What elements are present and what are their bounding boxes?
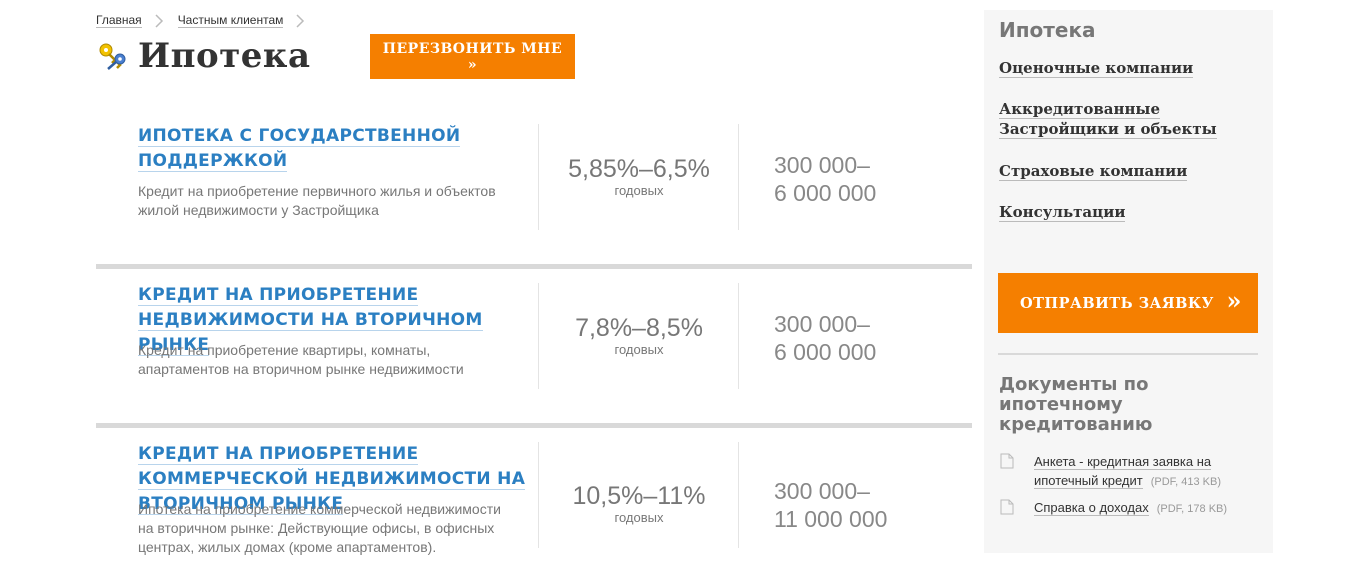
product-rate: 5,85%–6,5% годовых: [539, 155, 739, 199]
amount-to: 6 000 000: [774, 339, 877, 365]
sidebar-link-label[interactable]: Аккредитованные Застройщики и объекты: [999, 100, 1217, 139]
rate-unit: годовых: [614, 342, 664, 357]
document-link[interactable]: Справка о доходах: [1034, 500, 1149, 516]
callback-button[interactable]: ПЕРЕЗВОНИТЬ МНЕ »: [370, 34, 575, 79]
product-amount: 300 000– 11 000 000: [774, 477, 887, 533]
sidebar-link-insurance[interactable]: Страховые компании: [999, 161, 1188, 181]
amount-to: 6 000 000: [774, 180, 877, 206]
breadcrumb-home-link[interactable]: Главная: [96, 13, 142, 28]
amount-from: 300 000–: [774, 478, 870, 504]
document-meta: (PDF, 178 KB): [1156, 503, 1228, 515]
sidebar: Ипотека Оценочные компании Аккредитованн…: [984, 10, 1273, 553]
product-description: Кредит на приобретение первичного жилья …: [138, 183, 496, 218]
sidebar-link-consultations[interactable]: Консультации: [999, 202, 1126, 222]
document-link-label[interactable]: Справка о доходах: [1034, 500, 1149, 516]
product-description: Ипотека на приобретение коммерческой нед…: [138, 501, 501, 555]
chevron-right-icon: [155, 13, 163, 28]
product-card: ИПОТЕКА С ГОСУДАРСТВЕННОЙ ПОДДЕРЖКОЙ Кре…: [96, 110, 972, 269]
column-divider: [738, 283, 739, 389]
sidebar-link-developers[interactable]: Аккредитованные Застройщики и объекты: [999, 99, 1229, 139]
sidebar-divider: [998, 353, 1258, 355]
product-amount: 300 000– 6 000 000: [774, 151, 876, 207]
document-icon: [1000, 453, 1014, 469]
document-icon: [1000, 499, 1014, 515]
column-divider: [738, 442, 739, 548]
send-application-label: ОТПРАВИТЬ ЗАЯВКУ: [1020, 294, 1214, 312]
rate-unit: годовых: [614, 183, 664, 198]
amount-to: 11 000 000: [774, 506, 888, 532]
sidebar-title: Ипотека: [999, 18, 1096, 42]
breadcrumb: Главная Частным клиентам: [96, 13, 319, 28]
page-title: Ипотека: [138, 36, 311, 76]
product-title-text[interactable]: ИПОТЕКА С ГОСУДАРСТВЕННОЙ ПОДДЕРЖКОЙ: [138, 126, 461, 172]
sidebar-link-label[interactable]: Страховые компании: [999, 162, 1188, 181]
chevron-right-icon: [296, 13, 305, 28]
product-list: ИПОТЕКА С ГОСУДАРСТВЕННОЙ ПОДДЕРЖКОЙ Кре…: [96, 110, 972, 582]
rate-value: 10,5%–11%: [572, 482, 706, 510]
page-header: Ипотека: [96, 36, 310, 76]
amount-from: 300 000–: [774, 311, 870, 337]
product-card: КРЕДИТ НА ПРИОБРЕТЕНИЕ КОММЕРЧЕСКОЙ НЕДВ…: [96, 428, 972, 582]
column-divider: [738, 124, 739, 230]
document-meta: (PDF, 413 KB): [1150, 476, 1221, 488]
rate-unit: годовых: [614, 510, 664, 525]
double-chevron-right-icon: »: [1226, 286, 1242, 315]
sidebar-link-appraisers[interactable]: Оценочные компании: [999, 58, 1194, 78]
keys-icon: [99, 43, 126, 70]
sidebar-link-label[interactable]: Консультации: [999, 203, 1126, 222]
product-card: КРЕДИТ НА ПРИОБРЕТЕНИЕ НЕДВИЖИМОСТИ НА В…: [96, 269, 972, 428]
product-rate: 10,5%–11% годовых: [539, 482, 739, 526]
sidebar-link-label[interactable]: Оценочные компании: [999, 59, 1194, 78]
breadcrumb-private-clients-link[interactable]: Частным клиентам: [177, 13, 284, 28]
rate-value: 5,85%–6,5%: [568, 155, 710, 183]
rate-value: 7,8%–8,5%: [575, 314, 703, 342]
document-item: Анкета - кредитная заявка на ипотечный к…: [1000, 452, 1259, 490]
product-amount: 300 000– 6 000 000: [774, 310, 876, 366]
document-item: Справка о доходах (PDF, 178 KB): [1000, 498, 1274, 517]
send-application-button[interactable]: ОТПРАВИТЬ ЗАЯВКУ »: [998, 273, 1258, 333]
product-rate: 7,8%–8,5% годовых: [539, 314, 739, 358]
product-title-link[interactable]: ИПОТЕКА С ГОСУДАРСТВЕННОЙ ПОДДЕРЖКОЙ: [138, 124, 528, 174]
documents-title: Документы по ипотечному кредитованию: [999, 374, 1153, 435]
product-description: Кредит на приобретение квартиры, комнаты…: [138, 342, 464, 377]
amount-from: 300 000–: [774, 152, 870, 178]
